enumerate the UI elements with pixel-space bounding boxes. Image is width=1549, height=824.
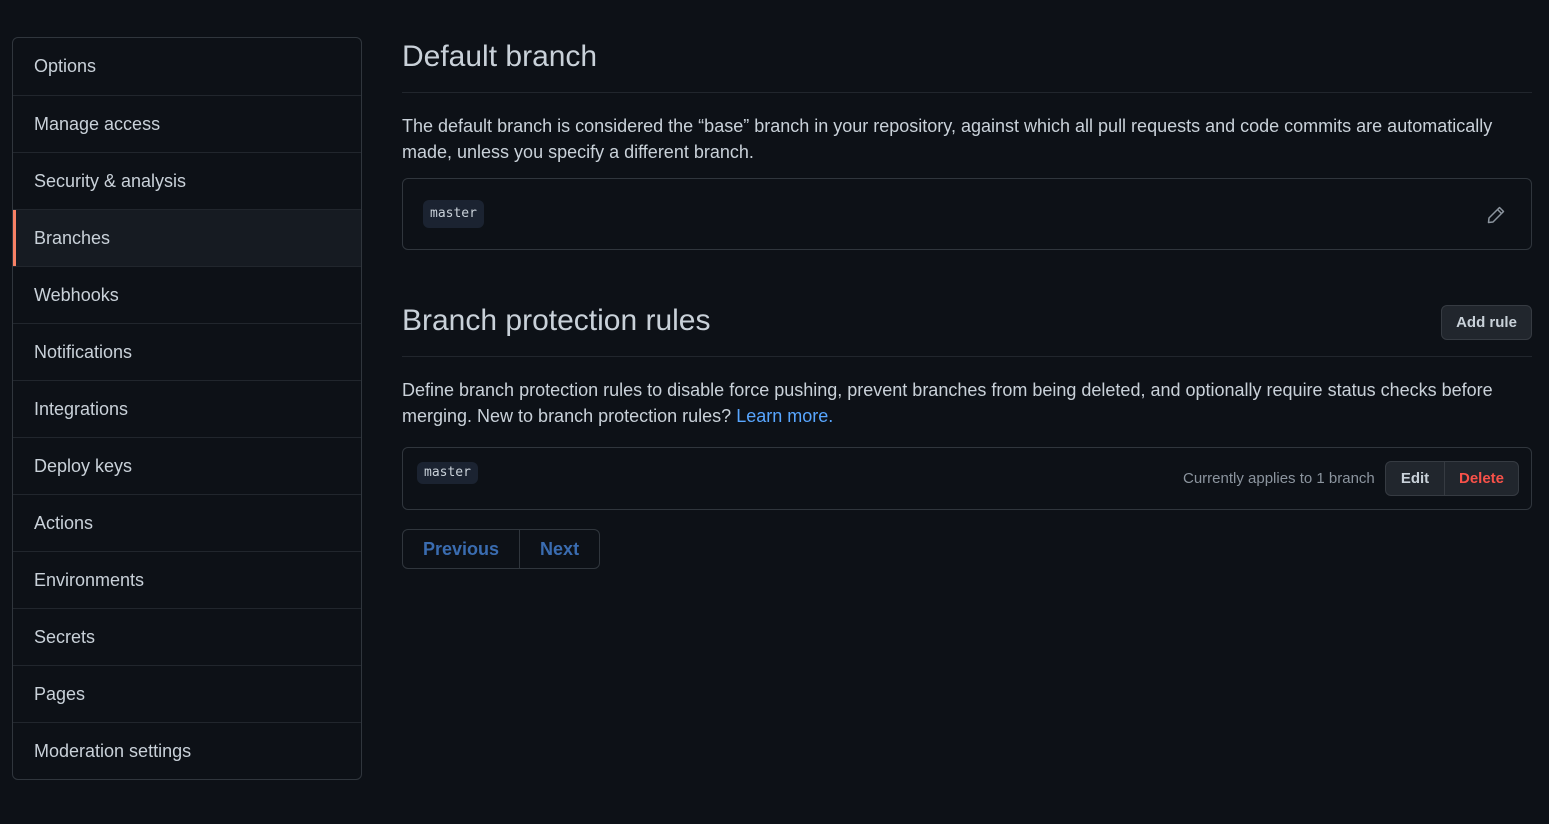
rule-branch-name: master <box>417 462 478 484</box>
add-rule-button[interactable]: Add rule <box>1441 305 1532 340</box>
default-branch-title: Default branch <box>402 40 598 73</box>
sidebar-item-environments[interactable]: Environments <box>13 551 361 608</box>
sidebar-item-options[interactable]: Options <box>13 38 361 95</box>
sidebar-item-pages[interactable]: Pages <box>13 665 361 722</box>
sidebar-item-security-analysis[interactable]: Security & analysis <box>13 152 361 209</box>
delete-rule-button[interactable]: Delete <box>1444 461 1519 496</box>
sidebar-item-deploy-keys[interactable]: Deploy keys <box>13 437 361 494</box>
edit-rule-button[interactable]: Edit <box>1385 461 1445 496</box>
learn-more-link[interactable]: Learn more. <box>736 406 833 426</box>
default-branch-header: Default branch <box>402 40 1532 93</box>
sidebar-item-integrations[interactable]: Integrations <box>13 380 361 437</box>
sidebar-item-actions[interactable]: Actions <box>13 494 361 551</box>
sidebar-item-manage-access[interactable]: Manage access <box>13 95 361 152</box>
protection-description: Define branch protection rules to disabl… <box>402 377 1527 429</box>
protection-header: Branch protection rules <box>402 304 1532 357</box>
default-branch-box: master <box>402 178 1532 250</box>
pagination: Previous Next <box>402 529 601 569</box>
sidebar-item-moderation-settings[interactable]: Moderation settings <box>13 722 361 779</box>
sidebar-item-branches[interactable]: Branches <box>13 209 361 266</box>
protection-description-text: Define branch protection rules to disabl… <box>402 380 1493 426</box>
sidebar-item-notifications[interactable]: Notifications <box>13 323 361 380</box>
default-branch-name: master <box>423 200 484 228</box>
sidebar-item-webhooks[interactable]: Webhooks <box>13 266 361 323</box>
protection-rule-row: master Currently applies to 1 branch Edi… <box>402 447 1532 510</box>
pencil-icon[interactable] <box>1486 205 1506 225</box>
protection-title: Branch protection rules <box>402 304 711 337</box>
rule-applies-text: Currently applies to 1 branch <box>1183 470 1375 487</box>
default-branch-description: The default branch is considered the “ba… <box>402 116 1493 162</box>
sidebar-item-secrets[interactable]: Secrets <box>13 608 361 665</box>
settings-sidebar: Options Manage access Security & analysi… <box>12 37 362 780</box>
previous-button[interactable]: Previous <box>403 530 519 568</box>
next-button[interactable]: Next <box>519 530 599 568</box>
